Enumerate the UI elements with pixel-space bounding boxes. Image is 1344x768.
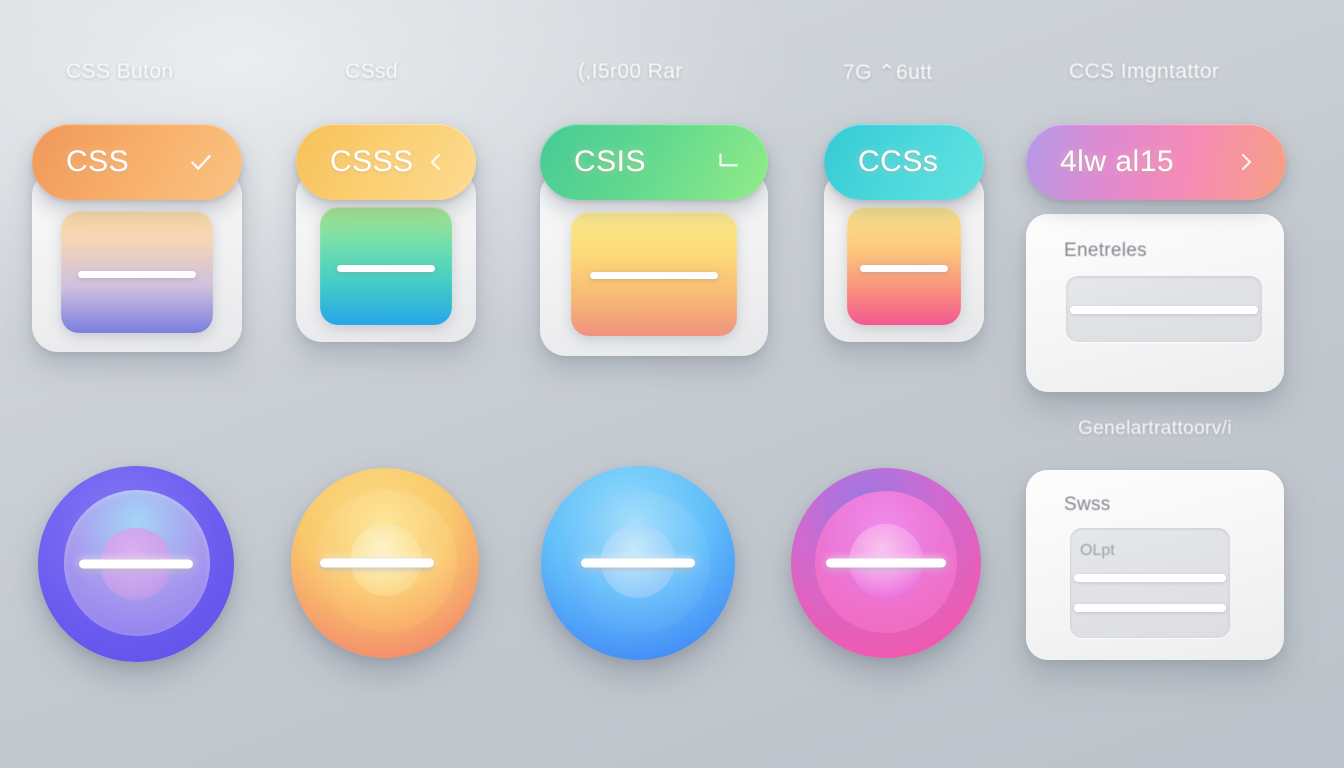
panel-label-bottom: Swss xyxy=(1064,494,1111,515)
card-column-4: CCSs xyxy=(824,124,984,342)
panel-input-top[interactable] xyxy=(1066,276,1262,342)
field-text-bottom: OLpt xyxy=(1080,542,1115,559)
gradient-tile-3 xyxy=(571,212,737,336)
settings-panel-top: Enetreles xyxy=(1026,214,1284,392)
card-column-2: CSSS xyxy=(296,124,476,342)
circle-bar-purple xyxy=(79,559,193,569)
gradient-tile-2 xyxy=(320,207,452,325)
settings-panel-bottom: Swss OLpt xyxy=(1026,470,1284,660)
card-column-3: CSIS xyxy=(540,124,768,356)
field-bar-top-1 xyxy=(1070,306,1258,314)
check-icon[interactable] xyxy=(188,149,214,175)
column-header-2: CSsd xyxy=(345,60,398,83)
tile-bar-4 xyxy=(860,265,948,272)
gradient-tile-1 xyxy=(61,211,213,333)
pill-label-1: CSS xyxy=(66,145,130,178)
circle-bar-orange xyxy=(320,558,435,568)
circle-button-purple[interactable] xyxy=(38,466,234,662)
pill-button-1[interactable]: CSS xyxy=(32,124,242,200)
tile-bar-1 xyxy=(78,271,196,278)
section-header-generation: Genelartrattoorv/i xyxy=(1078,418,1232,439)
card-column-1: CSS xyxy=(32,124,242,352)
circle-button-blue[interactable] xyxy=(541,466,735,660)
panel-label-top: Enetreles xyxy=(1064,240,1147,261)
pill-button-3[interactable]: CSIS xyxy=(540,124,768,200)
design-showcase-canvas: CSS Buton CSsd (,I5r00 Rar 7G ⌃6utt CCS … xyxy=(0,0,1344,768)
tile-bar-2 xyxy=(337,265,435,272)
circle-button-pink[interactable] xyxy=(791,468,981,658)
column-header-1: CSS Buton xyxy=(66,60,174,83)
pill-button-5[interactable]: 4lw al15 xyxy=(1026,124,1286,200)
circle-bar-blue xyxy=(581,558,695,568)
circle-bar-pink xyxy=(826,558,946,568)
panel-input-bottom[interactable]: OLpt xyxy=(1070,528,1230,638)
pill-button-2[interactable]: CSSS xyxy=(296,124,476,200)
enter-arrow-icon[interactable] xyxy=(714,149,740,175)
field-bar-bottom-2 xyxy=(1074,604,1226,612)
column-header-4: 7G ⌃6utt xyxy=(843,61,933,84)
tile-bar-3 xyxy=(590,272,718,279)
pill-label-2: CSSS xyxy=(330,145,414,178)
gradient-tile-4 xyxy=(847,207,961,325)
field-bar-bottom-1 xyxy=(1074,574,1226,582)
column-header-5: CCS Imgntattor xyxy=(1069,60,1220,83)
chevron-right-icon[interactable] xyxy=(1234,150,1258,174)
card-column-5: 4lw al15 xyxy=(1026,124,1286,200)
pill-label-3: CSIS xyxy=(574,145,647,178)
pill-button-4[interactable]: CCSs xyxy=(824,124,984,200)
column-header-3: (,I5r00 Rar xyxy=(578,60,683,83)
pill-label-4: CCSs xyxy=(858,145,939,178)
chevron-left-icon[interactable] xyxy=(424,150,448,174)
pill-label-5: 4lw al15 xyxy=(1060,145,1175,178)
circle-button-orange[interactable] xyxy=(291,468,479,658)
